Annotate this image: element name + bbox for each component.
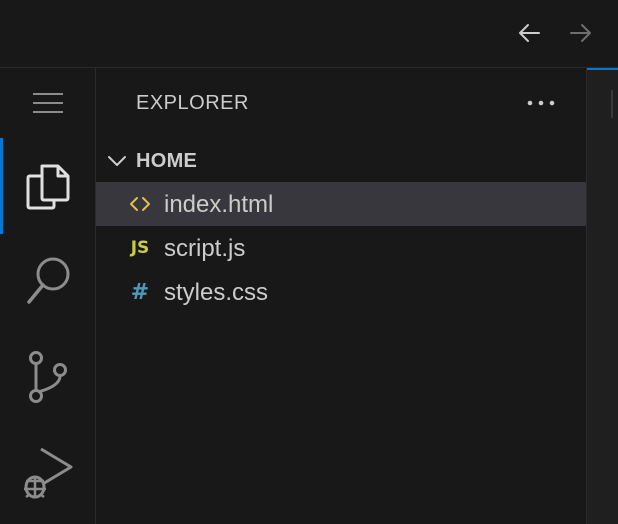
folder-section-header[interactable]: HOME [96, 140, 586, 182]
file-item-script-js[interactable]: JS script.js [96, 226, 586, 270]
explorer-sidebar: EXPLORER HOME index.html JS script.js # … [96, 68, 586, 524]
activity-bar [0, 68, 96, 524]
editor-tab[interactable] [611, 90, 613, 118]
go-forward-button[interactable] [566, 18, 596, 48]
sidebar-title: EXPLORER [136, 92, 249, 114]
chevron-down-icon [108, 156, 126, 166]
run-debug-icon [23, 447, 72, 499]
file-name: script.js [164, 235, 246, 262]
arrow-left-icon [519, 24, 540, 42]
source-control-icon [28, 351, 67, 403]
vscode-window: EXPLORER HOME index.html JS script.js # … [0, 0, 618, 524]
menu-button[interactable] [0, 68, 95, 138]
more-actions-button[interactable] [524, 90, 558, 116]
file-item-styles-css[interactable]: # styles.css [96, 270, 586, 314]
go-back-button[interactable] [514, 18, 544, 48]
file-name: index.html [164, 191, 274, 218]
js-file-icon: JS [130, 238, 150, 258]
files-icon [26, 164, 69, 210]
search-icon [26, 257, 69, 304]
menu-icon [32, 93, 63, 113]
file-item-index-html[interactable]: index.html [96, 182, 586, 226]
html-file-icon [128, 191, 152, 217]
file-name: styles.css [164, 279, 269, 306]
editor-area [586, 68, 618, 524]
arrow-right-icon [570, 24, 591, 42]
activity-run-debug[interactable] [0, 438, 95, 508]
ellipsis-icon [527, 100, 555, 106]
sidebar-header: EXPLORER [96, 68, 586, 138]
folder-name: HOME [136, 150, 198, 172]
activity-search[interactable] [0, 246, 95, 316]
title-bar [0, 0, 618, 68]
editor-tab-accent [587, 68, 618, 70]
activity-explorer[interactable] [0, 152, 95, 222]
activity-source-control[interactable] [0, 342, 95, 412]
css-file-icon: # [130, 279, 150, 305]
